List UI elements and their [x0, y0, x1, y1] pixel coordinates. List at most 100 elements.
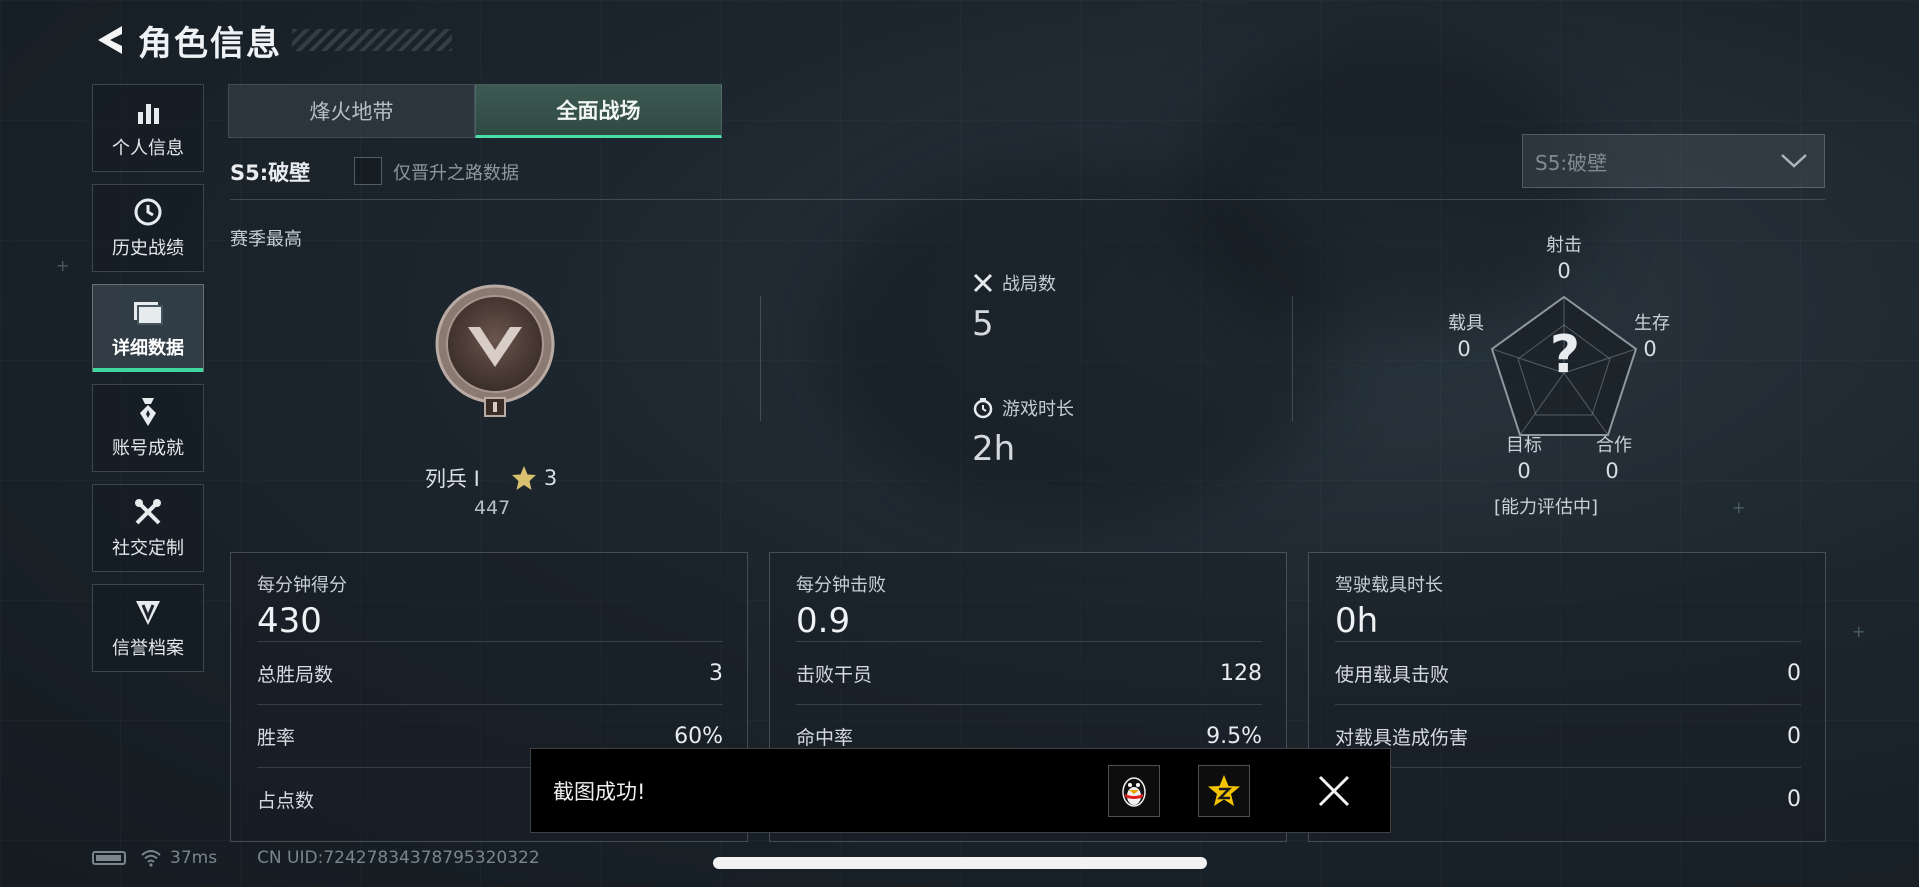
battles-stat: 战局数 5	[972, 270, 1056, 344]
medal-icon	[132, 396, 164, 428]
home-indicator[interactable]	[713, 857, 1207, 869]
sidebar-item-label: 详细数据	[112, 338, 184, 359]
card-title: 驾驶载具时长	[1335, 575, 1443, 596]
user-uid: CN UID:7242783437879532032​2	[257, 848, 540, 868]
sidebar-item-label: 账号成就	[112, 438, 184, 459]
sidebar: 个人信息 历史战绩 详细数据 账号成就 社交定制 信誉档案	[92, 84, 204, 684]
checkbox-label: 仅晋升之路数据	[393, 163, 519, 184]
radar-value-objective: 0	[1517, 459, 1531, 483]
playtime-stat: 游戏时长 2h	[972, 395, 1074, 469]
close-icon[interactable]	[1310, 767, 1358, 815]
playtime-value: 2h	[972, 429, 1016, 469]
season-select[interactable]: S5:破壁	[1522, 134, 1825, 188]
back-arrow-icon[interactable]	[90, 18, 128, 62]
row-value: 128	[1220, 660, 1262, 686]
crosshair-decoration: +	[1852, 622, 1866, 641]
battery-icon	[92, 851, 126, 865]
screenshot-toast: 截图成功!	[530, 748, 1391, 833]
shield-badge-icon	[132, 596, 164, 628]
row-label: 击败干员	[796, 663, 873, 686]
radar-value-survival: 0	[1643, 337, 1657, 361]
playtime-label: 游戏时长	[1002, 399, 1074, 420]
sidebar-item-label: 社交定制	[112, 538, 184, 559]
row-value: 9.5%	[1206, 723, 1262, 749]
rank-name: 列兵 I 3	[425, 463, 557, 493]
folder-icon	[132, 296, 164, 328]
radar-label-teamwork: 合作	[1596, 435, 1632, 456]
page-title: 角色信息	[138, 23, 282, 64]
crossed-swords-icon	[972, 272, 994, 294]
sidebar-item-social[interactable]: 社交定制	[92, 484, 204, 572]
rank-badge-icon	[430, 282, 560, 417]
sidebar-item-label: 信誉档案	[112, 638, 184, 659]
title-decoration	[292, 29, 452, 51]
radar-value-teamwork: 0	[1605, 459, 1619, 483]
star-icon	[510, 464, 538, 492]
row-label: 使用载具击败	[1335, 663, 1450, 686]
table-row: 对载具造成伤害 0	[1335, 704, 1801, 767]
sidebar-item-label: 个人信息	[112, 138, 184, 159]
tab-extraction[interactable]: 烽火地带	[228, 84, 475, 138]
qzone-star-icon	[1208, 774, 1240, 806]
bar-chart-icon	[132, 96, 164, 128]
card-main-value: 0.9	[796, 601, 851, 641]
sidebar-item-detailed-data[interactable]: 详细数据	[92, 284, 204, 372]
row-label: 对载具造成伤害	[1335, 726, 1469, 749]
row-label: 命中率	[796, 726, 854, 749]
crosshair-decoration: +	[1732, 498, 1746, 517]
sidebar-item-achievements[interactable]: 账号成就	[92, 384, 204, 472]
card-main-value: 430	[257, 601, 322, 641]
radar-value-shooting: 0	[1557, 259, 1571, 283]
card-title: 每分钟得分	[257, 575, 347, 596]
table-row: 使用载具击败 0	[1335, 641, 1801, 704]
battles-value: 5	[972, 304, 994, 344]
sidebar-item-label: 历史战绩	[112, 238, 184, 259]
page-header: 角色信息	[90, 18, 452, 64]
rank-stars: 3	[543, 466, 558, 490]
divider	[760, 296, 761, 421]
status-bar: 37ms CN UID:7242783437879532032​2	[92, 848, 540, 868]
row-value: 60%	[674, 723, 723, 749]
mode-tabs: 烽火地带 全面战场	[228, 84, 722, 138]
row-label: 胜率	[257, 726, 296, 749]
row-label: 占点数	[257, 789, 315, 812]
sidebar-item-history[interactable]: 历史战绩	[92, 184, 204, 272]
stopwatch-icon	[972, 397, 994, 419]
table-row: 总胜局数 3	[257, 641, 723, 704]
radar-value-vehicle: 0	[1457, 337, 1471, 361]
season-select-value: S5:破壁	[1535, 150, 1608, 175]
tab-all-out-war[interactable]: 全面战场	[475, 84, 722, 138]
row-value: 3	[709, 660, 723, 686]
chevron-down-icon	[1781, 154, 1807, 168]
divider	[1292, 296, 1293, 421]
crosshair-decoration: +	[56, 256, 70, 275]
share-qzone-button[interactable]	[1198, 764, 1250, 817]
promotion-only-checkbox[interactable]	[354, 157, 382, 185]
share-qq-button[interactable]	[1108, 764, 1160, 817]
row-value: 0	[1787, 723, 1801, 749]
rank-score: 447	[474, 497, 511, 519]
season-best-label: 赛季最高	[230, 229, 302, 250]
divider	[230, 199, 1825, 200]
table-row: 具0	[1335, 767, 1801, 830]
radar-status: [能力评估中]	[1494, 497, 1599, 518]
radar-label-shooting: 射击	[1546, 235, 1582, 256]
radar-label-survival: 生存	[1634, 313, 1670, 334]
ability-radar: ? 射击 0 生存 0 合作 0 目标 0 载具 0	[1440, 225, 1680, 525]
card-title: 每分钟击败	[796, 575, 886, 596]
radar-center-symbol: ?	[1549, 325, 1581, 385]
radar-label-objective: 目标	[1506, 435, 1542, 456]
row-label: 总胜局数	[257, 663, 334, 686]
card-main-value: 0h	[1335, 601, 1379, 641]
sidebar-item-credit[interactable]: 信誉档案	[92, 584, 204, 672]
toast-message: 截图成功!	[553, 779, 646, 804]
wifi-icon	[141, 850, 161, 867]
table-row: 击败干员 128	[796, 641, 1262, 704]
row-value: 0	[1787, 786, 1801, 812]
rank-name-text: 列兵 I	[425, 467, 480, 491]
season-label: S5:破壁	[230, 161, 311, 185]
tools-icon	[132, 496, 164, 528]
sidebar-item-personal-info[interactable]: 个人信息	[92, 84, 204, 172]
penguin-icon	[1122, 776, 1146, 807]
battles-label: 战局数	[1002, 274, 1056, 295]
